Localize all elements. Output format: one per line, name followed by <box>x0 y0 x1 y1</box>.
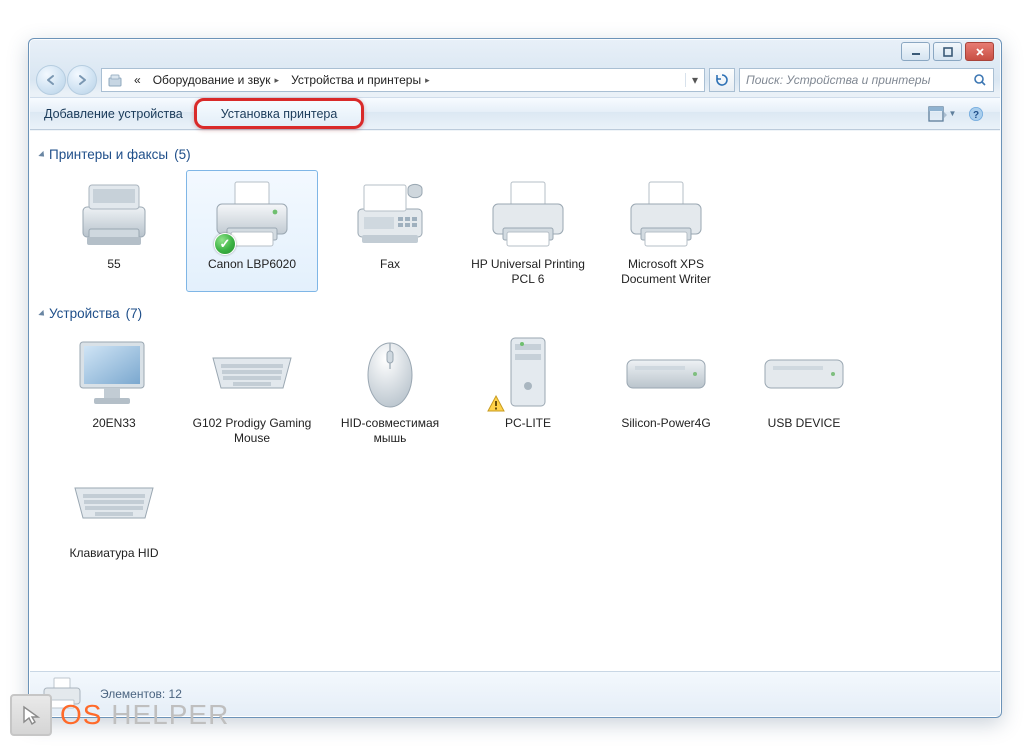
printer-icon <box>66 175 162 253</box>
breadcrumb-chevrons[interactable]: « <box>128 69 147 91</box>
computer-tower-icon <box>480 334 576 412</box>
device-item[interactable]: G102 Prodigy Gaming Mouse <box>186 329 318 451</box>
device-item[interactable]: 20EN33 <box>48 329 180 451</box>
keyboard-icon <box>66 464 162 542</box>
command-toolbar: Добавление устройства Установка принтера… <box>30 97 1000 130</box>
chevron-right-icon: ▸ <box>425 75 430 86</box>
chevron-right-icon: ▸ <box>275 75 280 86</box>
drive-icon <box>618 334 714 412</box>
chevron-down-icon: ▼ <box>949 109 957 118</box>
back-button[interactable] <box>36 65 66 95</box>
monitor-icon <box>66 334 162 412</box>
search-input[interactable]: Поиск: Устройства и принтеры <box>739 68 994 92</box>
add-printer-button[interactable]: Установка принтера <box>194 98 365 129</box>
device-item[interactable]: HID-совместимая мышь <box>324 329 456 451</box>
location-icon <box>106 71 124 89</box>
svg-text:?: ? <box>973 110 979 121</box>
address-bar-row: « Оборудование и звук ▸ Устройства и при… <box>36 66 994 94</box>
search-icon <box>973 73 987 87</box>
search-placeholder: Поиск: Устройства и принтеры <box>746 73 930 87</box>
device-item[interactable]: Fax <box>324 170 456 292</box>
warning-badge <box>486 394 506 414</box>
group-header-devices[interactable]: Устройства (7) <box>32 300 998 329</box>
mouse-icon <box>342 334 438 412</box>
add-device-button[interactable]: Добавление устройства <box>30 98 197 129</box>
watermark: OS HELPER <box>10 694 229 736</box>
breadcrumb-seg-devices[interactable]: Устройства и принтеры ▸ <box>285 69 436 91</box>
maximize-button[interactable] <box>933 42 962 61</box>
group-header-printers[interactable]: Принтеры и факсы (5) <box>32 141 998 170</box>
printers-group: 55 ✓ Canon LBP6020 <box>32 170 998 300</box>
keyboard-icon <box>204 334 300 412</box>
forward-button[interactable] <box>67 65 97 95</box>
refresh-icon <box>715 73 729 87</box>
address-dropdown[interactable]: ▾ <box>685 73 704 87</box>
printer-icon: ✓ <box>204 175 300 253</box>
cursor-badge-icon <box>10 694 52 736</box>
refresh-button[interactable] <box>709 68 735 92</box>
double-chevron-icon: « <box>134 73 141 87</box>
help-button[interactable]: ? <box>960 102 992 126</box>
default-check-badge: ✓ <box>214 233 236 255</box>
disclosure-icon <box>38 150 46 158</box>
close-button[interactable] <box>965 42 994 61</box>
device-item[interactable]: 55 <box>48 170 180 292</box>
device-item[interactable]: Microsoft XPS Document Writer <box>600 170 732 292</box>
help-icon: ? <box>968 106 984 122</box>
device-item[interactable]: ✓ Canon LBP6020 <box>186 170 318 292</box>
fax-icon <box>342 175 438 253</box>
drive-icon <box>756 334 852 412</box>
printer-icon <box>618 175 714 253</box>
device-item[interactable]: USB DEVICE <box>738 329 870 451</box>
printer-icon <box>480 175 576 253</box>
device-item[interactable]: PC-LITE <box>462 329 594 451</box>
breadcrumb-seg-hardware[interactable]: Оборудование и звук ▸ <box>147 69 285 91</box>
device-item[interactable]: Клавиатура HID <box>48 459 180 566</box>
explorer-window: « Оборудование и звук ▸ Устройства и при… <box>28 38 1002 718</box>
view-options-button[interactable]: ▼ <box>926 102 958 126</box>
device-item[interactable]: HP Universal Printing PCL 6 <box>462 170 594 292</box>
window-controls <box>901 42 994 61</box>
devices-group: 20EN33 G102 Prodigy Gaming Mouse <box>32 329 998 574</box>
minimize-button[interactable] <box>901 42 930 61</box>
view-icon <box>928 106 948 122</box>
address-bar[interactable]: « Оборудование и звук ▸ Устройства и при… <box>101 68 705 92</box>
chevron-down-icon: ▾ <box>692 73 698 87</box>
device-item[interactable]: Silicon-Power4G <box>600 329 732 451</box>
content-area: Принтеры и факсы (5) 55 <box>30 131 1000 671</box>
disclosure-icon <box>38 309 46 317</box>
